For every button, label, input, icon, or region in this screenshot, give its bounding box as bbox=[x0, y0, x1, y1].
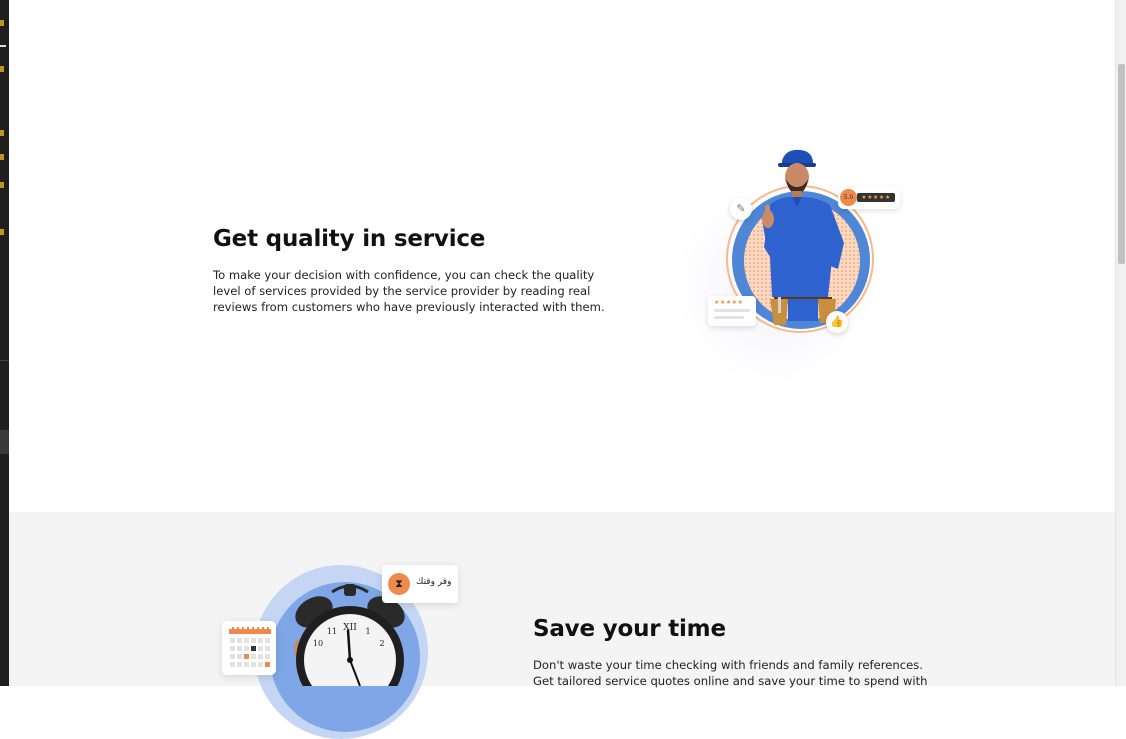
save-time-description-line: Don't waste your time checking with frie… bbox=[533, 658, 923, 672]
review-text-line bbox=[714, 316, 744, 319]
save-time-badge-label: وفر وقتك bbox=[416, 577, 452, 587]
calendar-icon bbox=[229, 627, 271, 667]
svg-text:2: 2 bbox=[379, 639, 384, 648]
clock-illustration: XII 1 2 10 11 ⧗ وفر وقتك bbox=[218, 560, 468, 739]
edge-marker bbox=[0, 229, 4, 235]
edge-marker bbox=[0, 182, 4, 188]
calendar-card bbox=[222, 621, 276, 675]
quality-description-line: To make your decision with confidence, y… bbox=[213, 268, 595, 282]
microphone-icon: ✎ bbox=[730, 198, 752, 220]
left-panel-edge bbox=[0, 0, 9, 686]
hourglass-icon: ⧗ bbox=[388, 573, 410, 595]
review-stars: ★★★★★ bbox=[714, 299, 744, 306]
quality-description-line: reviews from customers who have previous… bbox=[213, 300, 605, 315]
edge-band bbox=[0, 430, 9, 454]
edge-marker bbox=[0, 20, 4, 26]
save-time-badge: ⧗ وفر وقتك bbox=[382, 565, 458, 603]
quality-description: To make your decision with confidence, y… bbox=[213, 267, 613, 316]
edge-marker bbox=[0, 130, 4, 136]
review-text-line bbox=[714, 309, 750, 312]
review-card: ★★★★★ bbox=[708, 296, 756, 326]
worker-illustration: 5.0 ★★★★★ ✎ 👍 ★★★★★ bbox=[660, 145, 910, 385]
rating-value: 5.0 bbox=[840, 189, 857, 206]
svg-text:XII: XII bbox=[343, 623, 357, 633]
svg-text:1: 1 bbox=[365, 627, 370, 636]
save-time-heading: Save your time bbox=[533, 616, 726, 642]
save-time-description-line: Get tailored service quotes online and s… bbox=[533, 674, 928, 689]
quality-heading: Get quality in service bbox=[213, 226, 486, 252]
rating-badge: 5.0 ★★★★★ bbox=[838, 187, 900, 209]
edge-divider bbox=[0, 360, 9, 361]
vertical-scrollbar[interactable] bbox=[1115, 0, 1126, 686]
save-time-description: Don't waste your time checking with frie… bbox=[533, 657, 953, 689]
thumbs-up-icon: 👍 bbox=[826, 311, 848, 333]
scrollbar-thumb[interactable] bbox=[1118, 64, 1125, 264]
svg-text:10: 10 bbox=[313, 639, 323, 648]
edge-marker bbox=[0, 66, 4, 72]
edge-marker bbox=[0, 154, 4, 160]
edge-marker bbox=[0, 45, 6, 47]
worker-figure bbox=[762, 149, 844, 325]
svg-text:11: 11 bbox=[327, 627, 337, 636]
quality-description-line: level of services provided by the servic… bbox=[213, 284, 591, 299]
quality-section bbox=[9, 0, 1115, 512]
rating-stars: ★★★★★ bbox=[857, 193, 895, 202]
